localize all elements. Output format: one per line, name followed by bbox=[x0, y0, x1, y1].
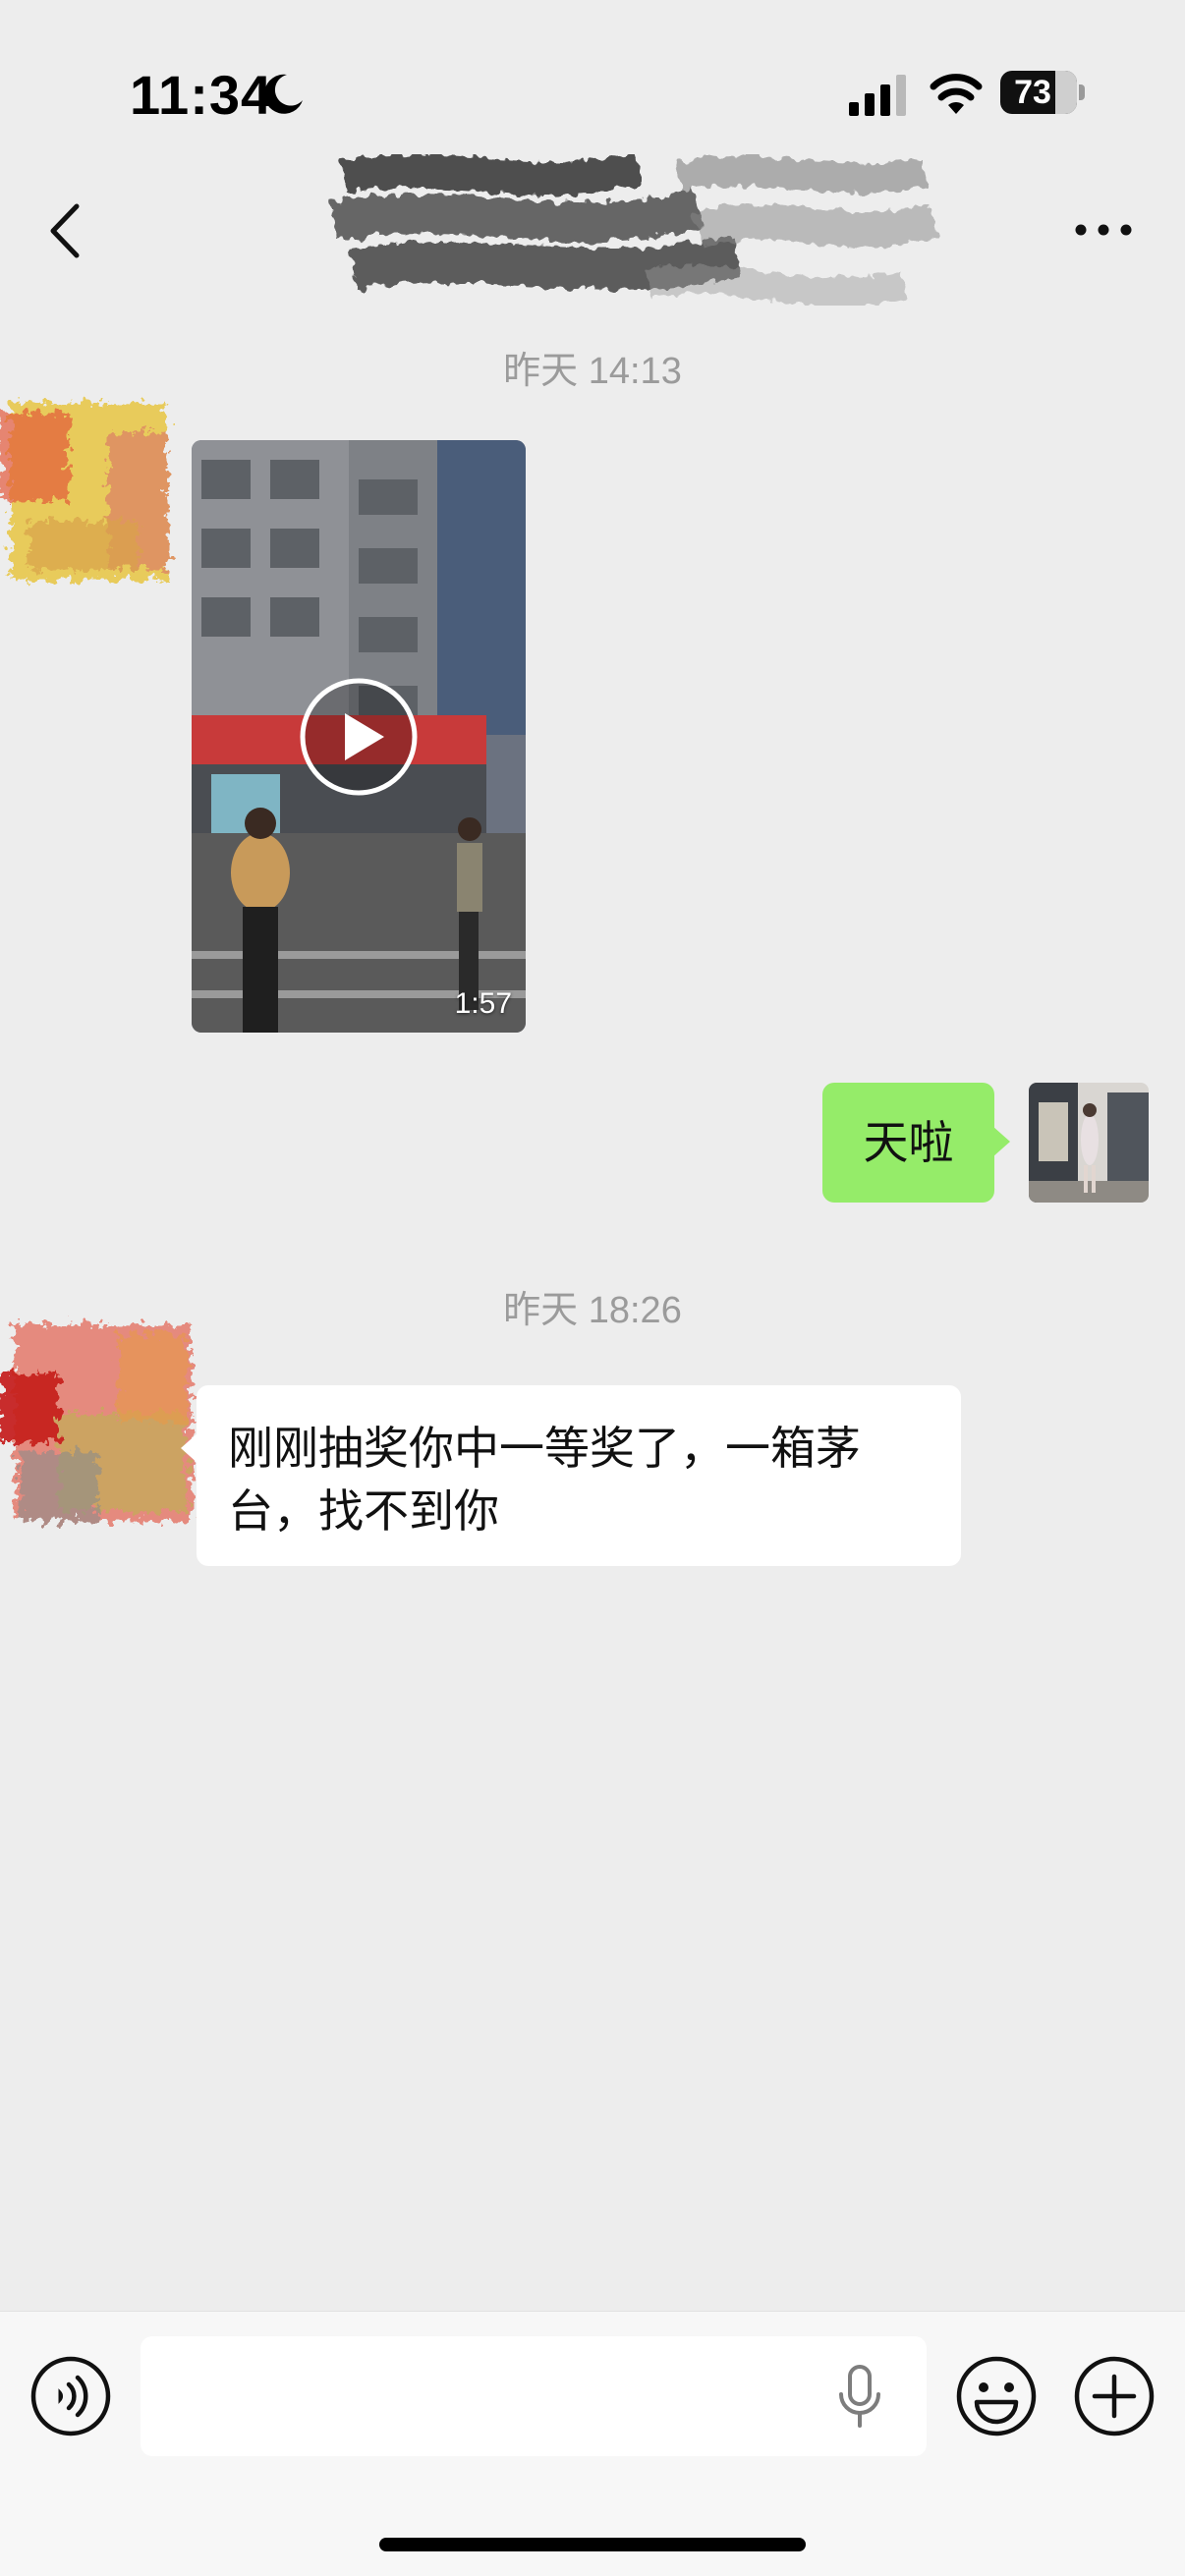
avatar[interactable] bbox=[0, 373, 197, 609]
chevron-left-icon[interactable] bbox=[39, 196, 88, 265]
cellular-signal-icon bbox=[849, 75, 906, 116]
battery-tip bbox=[1079, 84, 1085, 100]
avatar[interactable] bbox=[0, 1295, 211, 1560]
message-input[interactable] bbox=[141, 2336, 927, 2456]
moon-icon bbox=[263, 74, 303, 114]
outgoing-message-bubble[interactable]: 天啦 bbox=[822, 1083, 1010, 1203]
status-bar: 11:34 73 bbox=[0, 0, 1185, 157]
incoming-message-bubble[interactable]: 刚刚抽奖你中一等奖了，一箱茅台，找不到你 bbox=[181, 1385, 961, 1566]
status-time: 11:34 bbox=[130, 64, 273, 126]
battery-level: 73 bbox=[1014, 74, 1051, 111]
battery-icon: 73 bbox=[1000, 71, 1077, 114]
redacted-chat-title bbox=[330, 150, 938, 308]
voice-mode-icon[interactable] bbox=[29, 2355, 112, 2437]
ellipsis-icon[interactable] bbox=[1069, 210, 1138, 250]
home-indicator[interactable] bbox=[379, 2538, 806, 2551]
avatar[interactable] bbox=[1029, 1083, 1149, 1203]
input-bar bbox=[0, 2311, 1185, 2576]
video-message[interactable]: 1:57 bbox=[192, 440, 526, 1033]
microphone-icon[interactable] bbox=[833, 2363, 886, 2432]
plus-icon[interactable] bbox=[1073, 2355, 1156, 2437]
wifi-icon bbox=[930, 74, 983, 114]
video-duration: 1:57 bbox=[454, 987, 512, 1020]
emoji-icon[interactable] bbox=[955, 2355, 1038, 2437]
play-icon[interactable] bbox=[298, 676, 420, 798]
